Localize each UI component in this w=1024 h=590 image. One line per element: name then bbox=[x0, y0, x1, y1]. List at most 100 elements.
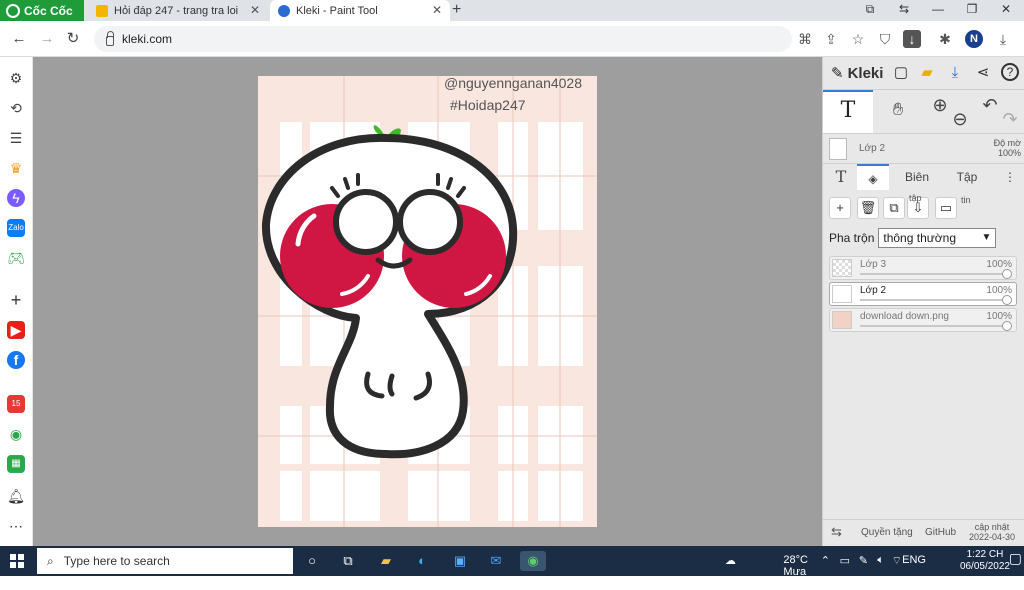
bookmark-star-icon[interactable]: ☆ bbox=[849, 30, 867, 48]
close-tab-icon[interactable]: ✕ bbox=[250, 3, 260, 17]
chevron-up-icon[interactable]: ⌃ bbox=[821, 554, 830, 567]
pen-icon[interactable]: ✎ bbox=[859, 554, 868, 567]
delete-layer-icon[interactable]: 🗑︎ bbox=[857, 197, 879, 219]
extensions-icon[interactable]: ✱ bbox=[936, 30, 954, 48]
blend-value: thông thường bbox=[883, 231, 956, 245]
layer-opacity-slider[interactable] bbox=[860, 269, 1012, 279]
github-link[interactable]: GitHub bbox=[925, 527, 956, 538]
zoom-out-icon[interactable]: ⊖ bbox=[947, 106, 973, 132]
calendar-icon[interactable]: 15 bbox=[7, 395, 25, 413]
minimize-icon[interactable]: — bbox=[928, 2, 948, 16]
reload-icon[interactable]: ↻ bbox=[64, 30, 82, 48]
duplicate-layer-icon[interactable]: ⧉ bbox=[883, 197, 905, 219]
open-folder-icon[interactable]: ▰ bbox=[917, 63, 937, 83]
back-icon[interactable]: ← bbox=[10, 30, 28, 48]
update-info[interactable]: cập nhật 2022-04-30 bbox=[969, 522, 1015, 542]
layer-opacity-slider[interactable] bbox=[860, 295, 1012, 305]
forward-icon[interactable]: → bbox=[38, 30, 56, 48]
layer-opacity-slider[interactable] bbox=[860, 321, 1012, 331]
language-indicator[interactable]: ENG bbox=[902, 554, 926, 566]
mail-icon[interactable]: ✉ bbox=[486, 551, 506, 571]
wifi-icon[interactable]: ⌔ bbox=[892, 554, 902, 568]
facebook-icon[interactable]: f bbox=[7, 351, 25, 369]
subtab-layers[interactable]: ◈ bbox=[857, 164, 889, 190]
notification-icon[interactable]: ▢ bbox=[1009, 550, 1022, 567]
layer-item[interactable]: download down.png 100% bbox=[829, 308, 1017, 332]
more-vertical-icon[interactable]: ⋮ bbox=[1003, 164, 1017, 190]
hand-icon[interactable]: ✋︎ bbox=[885, 96, 911, 122]
tab-hoidap[interactable]: Hỏi đáp 247 - trang tra loi ✕ bbox=[88, 0, 268, 21]
close-tab-icon[interactable]: ✕ bbox=[432, 3, 442, 17]
close-icon[interactable]: ✕ bbox=[996, 2, 1016, 16]
add-icon[interactable]: + bbox=[7, 291, 25, 309]
slider-knob[interactable] bbox=[1002, 321, 1012, 331]
spreadsheet-icon[interactable]: ▦ bbox=[7, 455, 25, 473]
blend-mode-select[interactable]: thông thường ▼ bbox=[878, 228, 997, 248]
url-field[interactable]: kleki.com bbox=[94, 26, 792, 52]
drawing-canvas[interactable]: @nguyennganan4028 #Hoidap247 bbox=[258, 76, 597, 527]
reading-list-icon[interactable]: ☰ bbox=[7, 129, 25, 147]
youtube-icon[interactable]: ▶ bbox=[7, 321, 25, 339]
new-tab-button[interactable]: + bbox=[452, 1, 461, 19]
right-eye bbox=[397, 189, 463, 255]
subtab-edit[interactable]: Biên bbox=[897, 164, 937, 190]
windows-start-icon[interactable] bbox=[10, 554, 24, 568]
history-icon[interactable]: ⟲ bbox=[7, 99, 25, 117]
game-icon[interactable]: 🎮︎ bbox=[7, 249, 25, 267]
subtab-text[interactable]: T bbox=[827, 164, 855, 190]
messenger-icon[interactable]: ϟ bbox=[7, 189, 25, 207]
chrome-ext-icon[interactable]: ◉ bbox=[7, 425, 25, 443]
text-tool-button[interactable]: T bbox=[823, 90, 873, 134]
clock-date: 06/05/2022 bbox=[959, 561, 1010, 572]
redo-icon[interactable]: ↷ bbox=[997, 106, 1023, 132]
layer-item[interactable]: Lớp 3 100% bbox=[829, 256, 1017, 280]
address-bar: ← → ↻ kleki.com ⌘ ⇪ ☆ ⛉ ↓ ✱ N ⤓ bbox=[0, 21, 1024, 57]
translate-icon[interactable]: ⌘ bbox=[796, 30, 814, 48]
volume-icon[interactable]: 🔈︎ bbox=[877, 554, 884, 567]
battery-icon[interactable]: ▭ bbox=[840, 554, 850, 567]
savior-download-icon[interactable]: ↓ bbox=[903, 30, 921, 48]
task-view-icon[interactable]: ⧉ bbox=[338, 551, 358, 571]
weather-icon[interactable]: ☁ bbox=[725, 554, 736, 567]
coccoc-icon[interactable]: ◉ bbox=[520, 551, 546, 571]
tab-title: Hỏi đáp 247 - trang tra loi bbox=[114, 4, 239, 17]
taskbar-search-input[interactable]: ⌕ Type here to search bbox=[37, 548, 293, 574]
browser-brand[interactable]: Cốc Cốc bbox=[0, 0, 84, 21]
share-icon[interactable]: ⋖ bbox=[973, 63, 993, 83]
bell-icon[interactable]: 🔔︎ bbox=[7, 487, 25, 505]
watermark-username: @nguyennganan4028 bbox=[444, 76, 582, 91]
tab-kleki[interactable]: Kleki - Paint Tool ✕ bbox=[270, 0, 450, 21]
coccoc-logo-icon bbox=[6, 3, 20, 18]
maximize-icon[interactable]: ❐ bbox=[962, 2, 982, 16]
shield-icon[interactable]: ⛉ bbox=[876, 30, 894, 48]
download-icon[interactable]: ⤓ bbox=[945, 63, 965, 83]
crown-icon[interactable]: ♛ bbox=[7, 159, 25, 177]
swap-icon[interactable]: ⇆ bbox=[831, 524, 842, 540]
layer-name: Lớp 3 bbox=[860, 259, 887, 270]
file-explorer-icon[interactable]: ▰ bbox=[376, 551, 396, 571]
rename-layer-icon[interactable]: ▭ bbox=[935, 197, 957, 219]
edge-icon[interactable]: ◐ bbox=[412, 551, 432, 571]
new-doc-icon[interactable]: ▢ bbox=[891, 63, 911, 83]
back-forward-icon[interactable]: ⇆ bbox=[894, 2, 914, 16]
profile-avatar[interactable]: N bbox=[965, 30, 983, 48]
share-page-icon[interactable]: ⇪ bbox=[822, 30, 840, 48]
subtab-file[interactable]: Tập bbox=[949, 164, 985, 190]
privacy-link[interactable]: Quyền tặng bbox=[861, 527, 913, 538]
restore-tabs-icon[interactable]: ⧉ bbox=[860, 2, 880, 17]
weather-text[interactable]: 28°C Mưa rào bbox=[783, 554, 808, 590]
more-icon[interactable]: ⋯ bbox=[7, 517, 25, 535]
clock[interactable]: 1:22 CH 06/05/2022 bbox=[960, 549, 1010, 573]
help-icon[interactable]: ? bbox=[1001, 63, 1019, 81]
cortana-icon[interactable]: ○ bbox=[302, 551, 322, 571]
zalo-icon[interactable]: Zalo bbox=[7, 219, 25, 237]
layer-button-label-1: tập bbox=[909, 193, 922, 203]
slider-knob[interactable] bbox=[1002, 295, 1012, 305]
settings-icon[interactable]: ⚙ bbox=[7, 69, 25, 87]
layer-item[interactable]: Lớp 2 100% bbox=[829, 282, 1017, 306]
layer-thumbnail bbox=[832, 259, 852, 277]
add-layer-icon[interactable]: + bbox=[829, 197, 851, 219]
store-icon[interactable]: ▣ bbox=[450, 551, 470, 571]
downloads-icon[interactable]: ⤓ bbox=[994, 30, 1012, 48]
slider-knob[interactable] bbox=[1002, 269, 1012, 279]
